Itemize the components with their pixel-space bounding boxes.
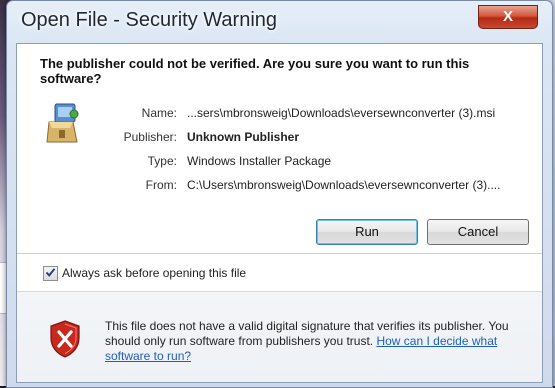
dialog-title: Open File - Security Warning <box>21 9 278 31</box>
publisher-label: Publisher: <box>123 130 177 144</box>
title-bar[interactable]: Open File - Security Warning X <box>7 1 552 43</box>
warning-message: This file does not have a valid digital … <box>105 319 525 364</box>
security-shield-icon <box>50 320 80 358</box>
type-value: Windows Installer Package <box>187 154 332 168</box>
cancel-button[interactable]: Cancel <box>427 219 529 245</box>
installer-package-icon <box>46 103 79 143</box>
always-ask-checkbox[interactable] <box>43 266 58 281</box>
close-button[interactable]: X <box>478 5 538 29</box>
close-icon: X <box>502 8 513 25</box>
checkmark-icon <box>45 268 56 277</box>
warning-panel: This file does not have a valid digital … <box>17 291 542 382</box>
from-label: From: <box>145 178 177 192</box>
name-value: ...sers\mbronsweig\Downloads\eversewncon… <box>187 106 496 120</box>
run-button[interactable]: Run <box>316 219 418 245</box>
type-label: Type: <box>147 154 177 168</box>
name-label: Name: <box>141 106 177 120</box>
separator <box>17 253 542 254</box>
dialog-content: The publisher could not be verified. Are… <box>16 43 543 383</box>
always-ask-label[interactable]: Always ask before opening this file <box>62 266 246 280</box>
warning-heading: The publisher could not be verified. Are… <box>40 56 470 86</box>
security-warning-dialog: Open File - Security Warning X The publi… <box>6 0 553 388</box>
publisher-value: Unknown Publisher <box>187 130 300 144</box>
from-value: C:\Users\mbronsweig\Downloads\eversewnco… <box>187 178 501 192</box>
